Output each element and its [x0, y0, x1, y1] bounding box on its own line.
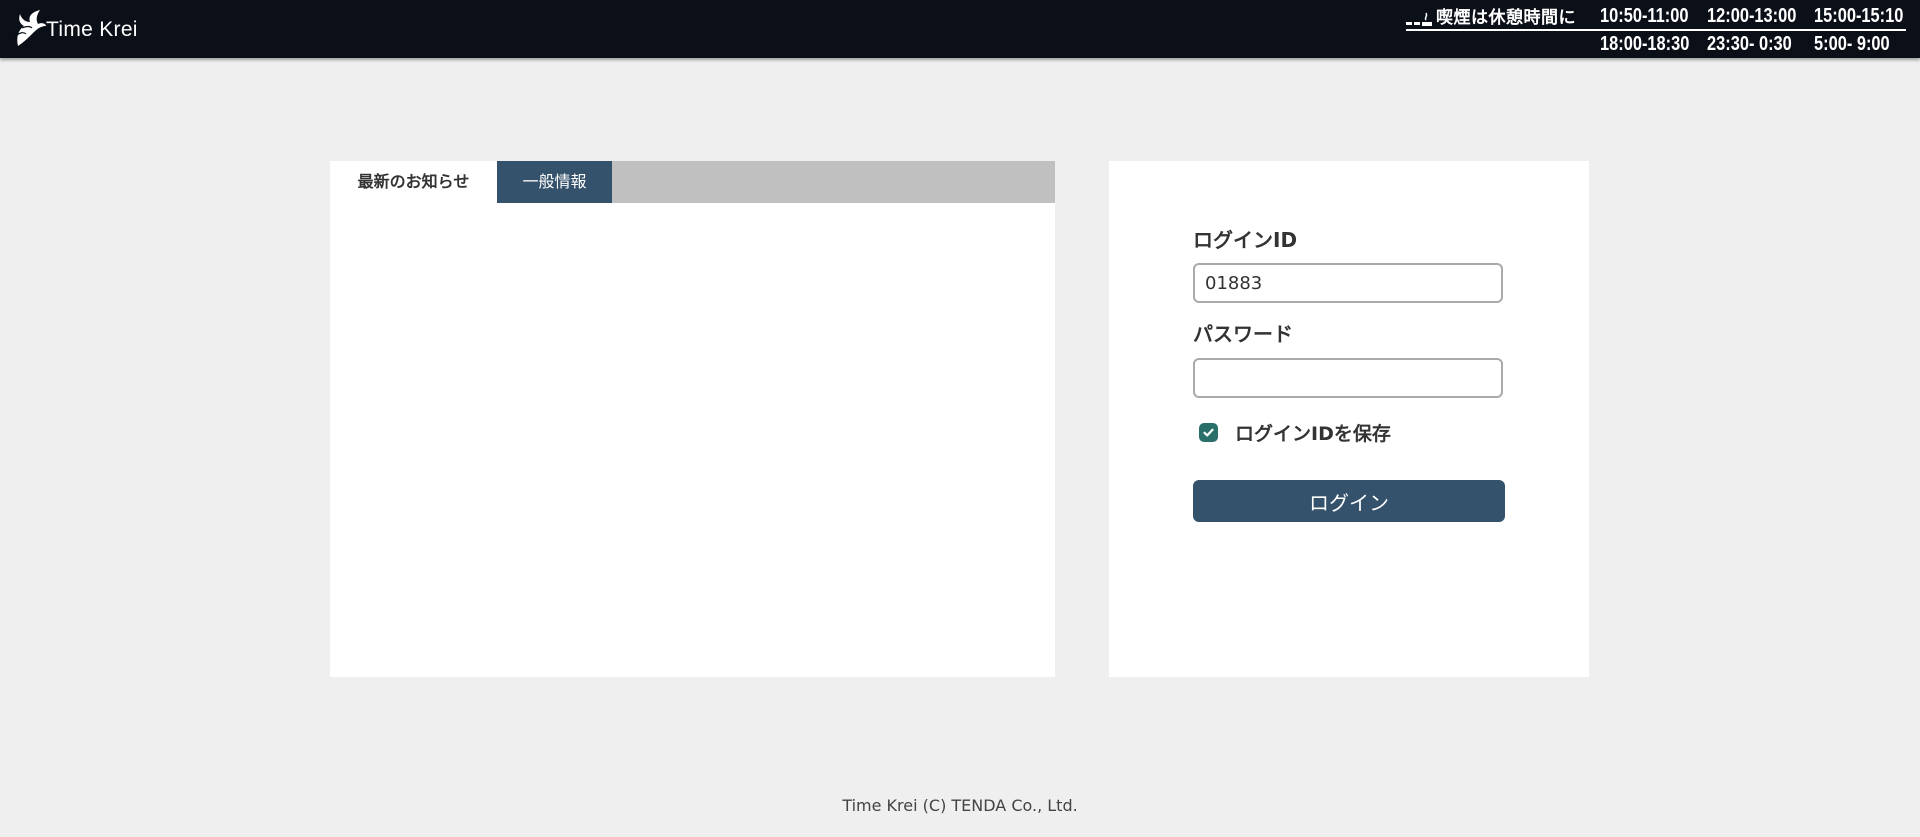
check-icon: [1203, 428, 1214, 437]
cigarette-icon: [1406, 12, 1432, 26]
top-header: Time Krei 喫煙は休憩時間に 10:50-11:00 12:00-13:…: [0, 0, 1920, 58]
footer-copyright: Time Krei (C) TENDA Co., Ltd.: [842, 796, 1078, 815]
smoking-time: 18:00-18:30: [1600, 32, 1690, 55]
smoking-time: 23:30- 0:30: [1707, 32, 1792, 55]
tab-latest-news[interactable]: 最新のお知らせ: [330, 161, 497, 203]
smoking-label: 喫煙は休憩時間に: [1436, 8, 1576, 27]
login-id-input[interactable]: [1193, 263, 1503, 303]
news-tabs: 最新のお知らせ 一般情報: [330, 161, 1055, 203]
smoking-time: 5:00- 9:00: [1814, 32, 1890, 55]
password-input[interactable]: [1193, 358, 1503, 398]
smoking-schedule: 喫煙は休憩時間に 10:50-11:00 12:00-13:00 15:00-1…: [1406, 4, 1906, 57]
smoking-schedule-row-2: 18:00-18:30 23:30- 0:30 5:00- 9:00: [1406, 31, 1906, 57]
news-panel: 最新のお知らせ 一般情報: [330, 161, 1055, 677]
remember-id-label[interactable]: ログインIDを保存: [1235, 419, 1391, 446]
remember-id-checkbox[interactable]: [1199, 423, 1218, 442]
tab-general-info[interactable]: 一般情報: [497, 161, 612, 203]
password-label: パスワード: [1193, 322, 1293, 346]
login-panel: ログインID パスワード ログインIDを保存 ログイン: [1109, 161, 1589, 677]
smoking-time: 12:00-13:00: [1707, 5, 1797, 27]
wing-logo-icon: [15, 10, 46, 46]
logo-text: Time Krei: [46, 18, 138, 41]
login-button[interactable]: ログイン: [1193, 480, 1505, 522]
app-logo[interactable]: Time Krei: [12, 8, 138, 48]
login-id-label: ログインID: [1193, 228, 1298, 252]
smoking-schedule-row-1: 喫煙は休憩時間に 10:50-11:00 12:00-13:00 15:00-1…: [1406, 4, 1906, 31]
remember-id-row[interactable]: ログインIDを保存: [1199, 419, 1391, 446]
smoking-time: 15:00-15:10: [1814, 5, 1904, 27]
smoking-time: 10:50-11:00: [1600, 5, 1689, 27]
